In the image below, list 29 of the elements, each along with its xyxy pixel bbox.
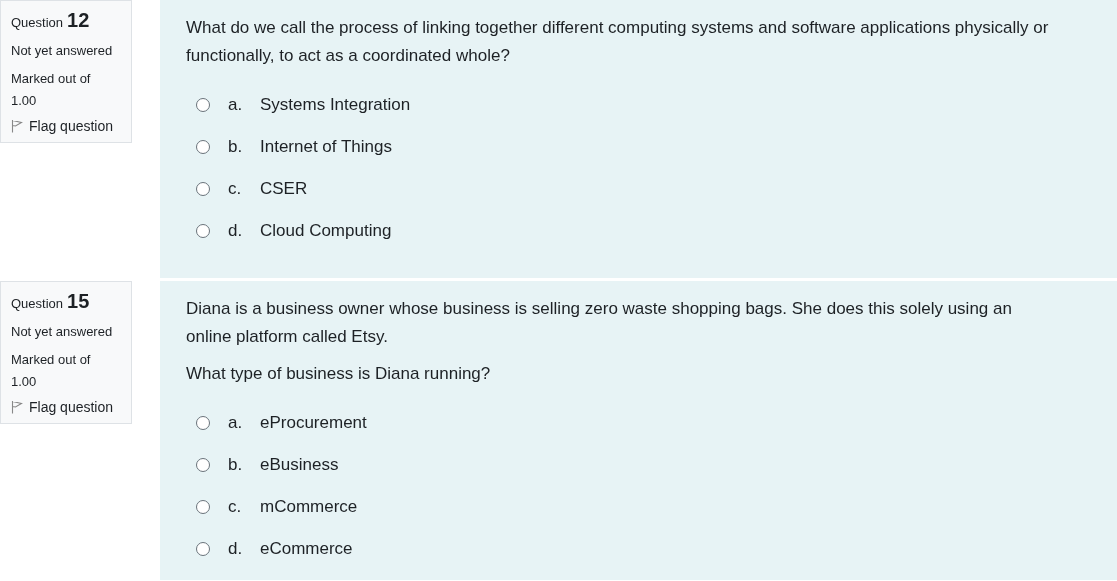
option-letter: a. [228,95,244,115]
answer-status: Not yet answered [11,42,114,60]
question-text: Diana is a business owner whose business is selling zero waste shopping bags. She does this solely using an online platform called Etsy. [186,298,1013,348]
question-text: What do we call the process of linking together different computing systems and software applications physically or functionally, to act as a coordinated whole? [186,17,1050,67]
question-label: Question [11,14,64,32]
question-number: 15 [67,290,90,313]
option-text[interactable]: Systems Integration [260,95,411,115]
flag-question-button[interactable]: Flag question [11,399,117,415]
flag-question-button[interactable]: Flag question [11,118,117,134]
question-label: Question [11,295,64,313]
answer-status: Not yet answered [11,323,114,341]
option-letter: b. [228,137,244,157]
option-letter: c. [228,497,243,517]
option-text[interactable]: Internet of Things [260,137,392,157]
option-text[interactable]: Cloud Computing [260,221,392,241]
option-text[interactable]: eProcurement [260,413,367,433]
option-text[interactable]: CSER [260,179,308,199]
option-text[interactable]: eCommerce [260,539,353,559]
question-number: 12 [67,9,90,32]
option-letter: d. [228,221,244,241]
question-text: What type of business is Diana running? [186,363,492,385]
marks-text: Marked out of 1.00 [11,351,92,391]
option-letter: c. [228,179,243,199]
option-text[interactable]: mCommerce [260,497,358,517]
option-letter: d. [228,539,244,559]
marks-text: Marked out of 1.00 [11,70,92,110]
option-text[interactable]: eBusiness [260,455,339,475]
option-letter: a. [228,413,244,433]
option-letter: b. [228,455,244,475]
